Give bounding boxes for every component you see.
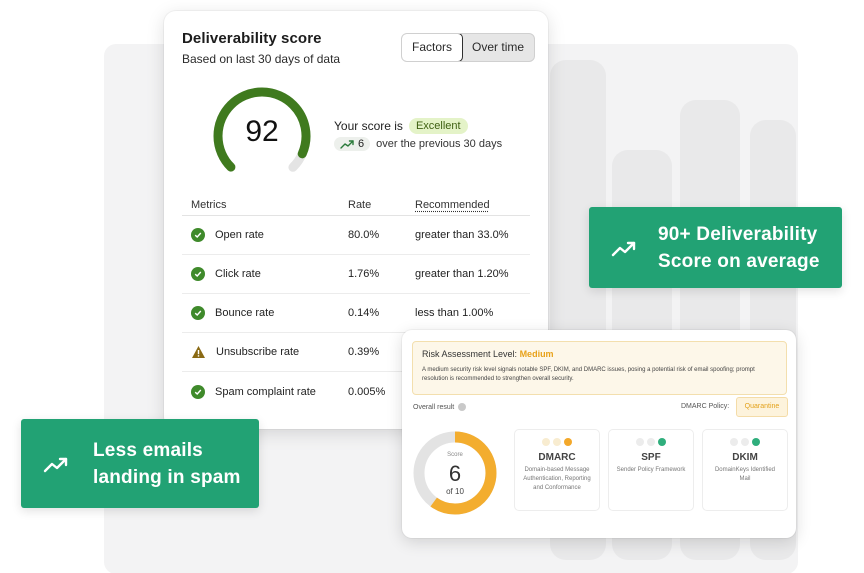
status-dots bbox=[703, 438, 787, 446]
spam-callout: Less emails landing in spam bbox=[21, 419, 259, 508]
callout-line: Less emails bbox=[93, 439, 203, 461]
metric-rate: 80.0% bbox=[348, 229, 380, 241]
status-dot bbox=[741, 438, 749, 446]
tab-factors[interactable]: Factors bbox=[402, 34, 464, 61]
risk-description: A medium security risk level signals not… bbox=[422, 367, 755, 382]
risk-assessment-card: Risk Assessment Level: Medium A medium s… bbox=[402, 330, 796, 538]
status-dot bbox=[553, 438, 561, 446]
deliverability-callout: 90+ Deliverability Score on average bbox=[589, 207, 842, 288]
donut-of: of 10 bbox=[446, 487, 464, 496]
check-circle-icon bbox=[191, 306, 205, 320]
status-dot bbox=[564, 438, 572, 446]
tab-over-time[interactable]: Over time bbox=[462, 34, 534, 61]
dmarc-policy-label: DMARC Policy: bbox=[681, 403, 730, 410]
table-row: Bounce rate 0.14% less than 1.00% bbox=[182, 294, 530, 333]
view-toggle: Factors Over time bbox=[401, 33, 536, 62]
status-dot bbox=[658, 438, 666, 446]
overall-result: Overall result bbox=[413, 403, 467, 411]
metric-name: Click rate bbox=[215, 268, 261, 280]
check-circle-icon bbox=[191, 267, 205, 281]
spf-check: SPF Sender Policy Framework bbox=[608, 429, 694, 511]
trend-value: 6 bbox=[358, 138, 365, 150]
header-recommended: Recommended bbox=[415, 198, 490, 211]
check-name: DKIM bbox=[732, 452, 758, 463]
table-row: Click rate 1.76% greater than 1.20% bbox=[182, 255, 530, 294]
callout-text: 90+ Deliverability Score on average bbox=[658, 221, 820, 275]
header-rate: Rate bbox=[348, 198, 372, 211]
status-dots bbox=[609, 438, 693, 446]
card-title: Deliverability score bbox=[182, 30, 322, 47]
warning-icon bbox=[192, 346, 205, 358]
metric-recommended: less than 1.00% bbox=[415, 307, 494, 319]
score-value: 92 bbox=[245, 115, 279, 148]
risk-level: Medium bbox=[519, 349, 554, 359]
header-metrics: Metrics bbox=[191, 198, 227, 211]
trending-up-icon bbox=[611, 241, 636, 256]
card-subtitle: Based on last 30 days of data bbox=[182, 52, 341, 66]
dmarc-policy-badge: Quarantine bbox=[736, 397, 788, 417]
metric-name: Bounce rate bbox=[215, 307, 275, 319]
status-dot bbox=[542, 438, 550, 446]
dkim-check: DKIM DomainKeys Identified Mail bbox=[702, 429, 788, 511]
risk-title: Risk Assessment Level: Medium bbox=[422, 349, 554, 359]
trend-suffix: over the previous 30 days bbox=[376, 138, 503, 150]
status-dot bbox=[752, 438, 760, 446]
check-description: Sender Policy Framework bbox=[616, 467, 686, 473]
score-trend: 6 over the previous 30 days bbox=[334, 137, 502, 151]
callout-line: 90+ Deliverability bbox=[658, 223, 818, 245]
metric-recommended: greater than 1.20% bbox=[415, 268, 509, 280]
callout-line: landing in spam bbox=[93, 466, 241, 488]
status-dots bbox=[515, 438, 599, 446]
status-dot bbox=[730, 438, 738, 446]
callout-text: Less emails landing in spam bbox=[93, 437, 241, 491]
score-prefix: Your score is bbox=[334, 119, 403, 133]
table-row: Open rate 80.0% greater than 33.0% bbox=[182, 216, 530, 255]
metric-name: Spam complaint rate bbox=[215, 385, 316, 398]
info-icon[interactable] bbox=[458, 403, 467, 411]
trend-chip: 6 bbox=[334, 137, 371, 151]
risk-summary: Risk Assessment Level: Medium A medium s… bbox=[412, 341, 787, 395]
metric-rate: 0.14% bbox=[348, 307, 380, 319]
check-description: DomainKeys Identified Mail bbox=[714, 467, 776, 482]
donut-label: Score bbox=[447, 452, 463, 458]
status-dot bbox=[636, 438, 644, 446]
trending-up-icon bbox=[340, 140, 354, 149]
check-description: Domain-based Message Authentication, Rep… bbox=[523, 467, 591, 491]
dmarc-check: DMARC Domain-based Message Authenticatio… bbox=[514, 429, 600, 511]
metrics-header: Metrics Rate Recommended bbox=[182, 194, 530, 216]
check-name: DMARC bbox=[538, 452, 576, 463]
trending-up-icon bbox=[43, 457, 68, 472]
metric-recommended: greater than 33.0% bbox=[415, 229, 509, 241]
score-summary: Your score is Excellent bbox=[334, 118, 468, 134]
check-circle-icon bbox=[191, 228, 205, 242]
metric-name: Open rate bbox=[215, 229, 264, 241]
metric-name: Unsubscribe rate bbox=[216, 346, 300, 358]
callout-line: Score on average bbox=[658, 250, 820, 272]
metric-rate: 1.76% bbox=[348, 268, 380, 280]
score-badge: Excellent bbox=[408, 118, 468, 134]
check-name: SPF bbox=[641, 452, 661, 463]
status-dot bbox=[647, 438, 655, 446]
donut-value: 6 bbox=[448, 461, 462, 486]
check-circle-icon bbox=[191, 384, 205, 399]
